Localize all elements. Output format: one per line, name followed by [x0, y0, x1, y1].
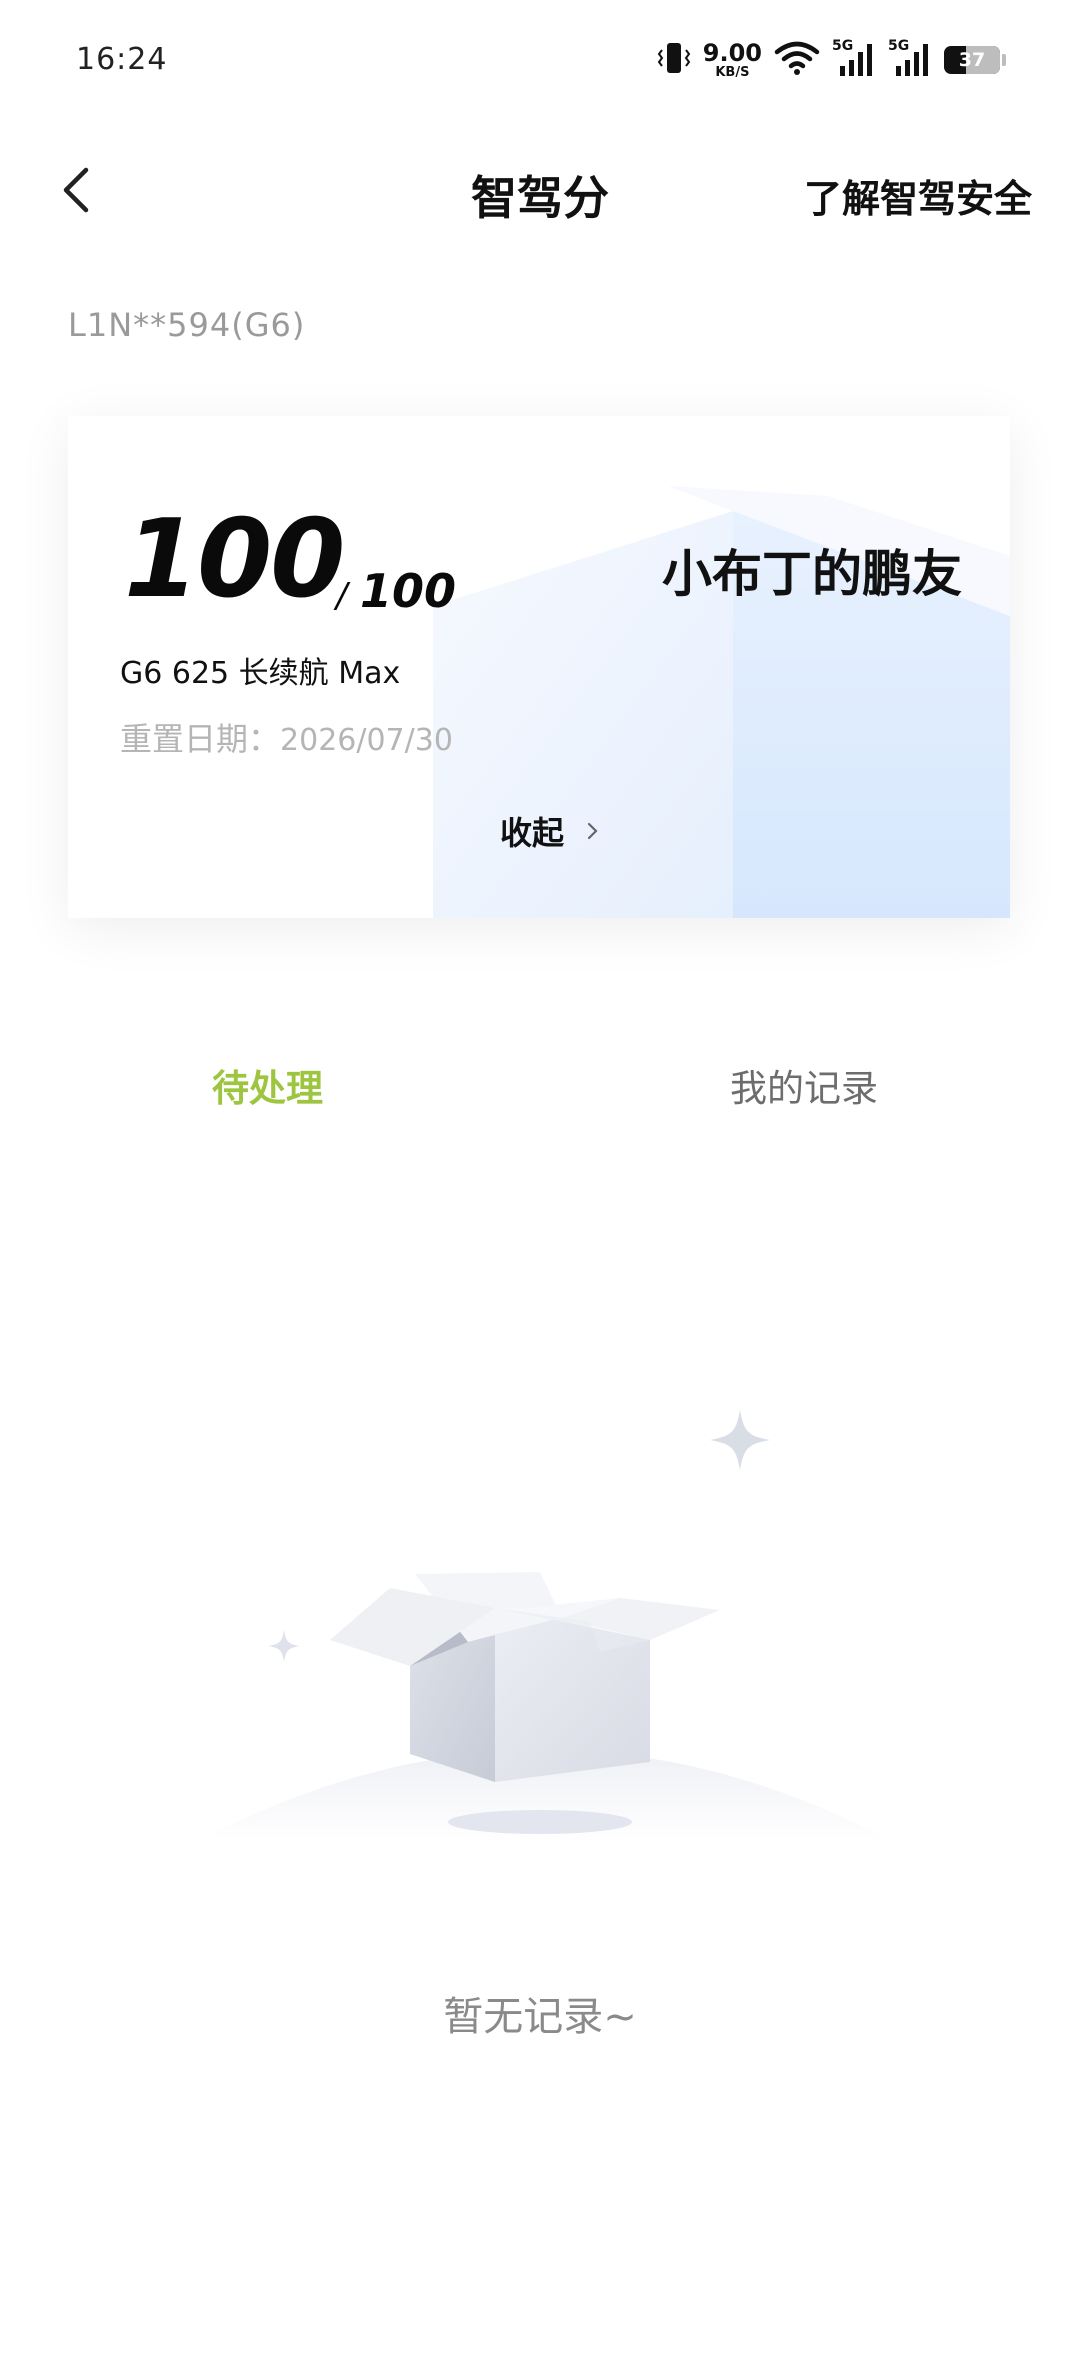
- wifi-icon: [774, 40, 820, 80]
- status-icons: 9.00 KB/S 5G 5G 37: [657, 38, 1006, 82]
- empty-state-text: 暂无记录~: [443, 1994, 637, 2040]
- network-speed-unit: KB/S: [715, 65, 750, 80]
- status-time: 16:24: [76, 42, 168, 77]
- reset-date-label: 重置日期：: [120, 720, 281, 758]
- learn-safety-link[interactable]: 了解智驾安全: [804, 168, 1032, 223]
- record-tabs: 待处理 我的记录: [0, 1050, 1080, 1130]
- reset-date-value: 2026/07/30: [280, 723, 453, 758]
- score-separator: /: [336, 576, 348, 616]
- battery-icon: 37: [944, 46, 1006, 74]
- battery-level: 37: [958, 49, 986, 71]
- signal-icon: 5G: [832, 38, 876, 80]
- score-card: 100 / 100 小布丁的鹏友 G6 625 长续航 Max 重置日期：202…: [68, 416, 1010, 918]
- app-header: 智驾分 了解智驾安全: [0, 140, 1080, 240]
- network-speed-value: 9.00: [702, 39, 762, 67]
- status-bar: 16:24 9.00 KB/S 5G 5G 37: [0, 0, 1080, 120]
- score-max: 100: [360, 564, 457, 618]
- vehicle-model: G6 625 长续航 Max: [120, 656, 401, 691]
- reset-date-row: 重置日期：2026/07/30: [120, 714, 453, 760]
- chevron-right-icon: [587, 822, 598, 840]
- user-nickname: 小布丁的鹏友: [662, 545, 962, 603]
- tab-pending[interactable]: 待处理: [212, 1058, 323, 1112]
- collapse-button[interactable]: 收起: [500, 808, 600, 854]
- empty-box-icon: [200, 1410, 890, 1840]
- collapse-label: 收起: [500, 814, 565, 852]
- score-value: 100: [124, 497, 345, 622]
- tab-my-records[interactable]: 我的记录: [730, 1058, 878, 1112]
- vehicle-plate: L1N**594(G6): [68, 306, 306, 344]
- vibrate-icon: [657, 40, 691, 80]
- signal-icon: 5G: [888, 38, 932, 80]
- network-speed: 9.00 KB/S: [703, 41, 762, 79]
